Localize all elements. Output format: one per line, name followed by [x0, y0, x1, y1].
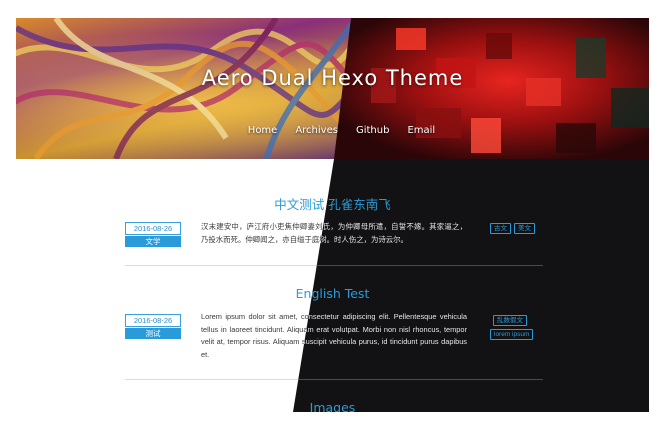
screenshot-frame: Aero Dual Hexo Theme Home Archives Githu… [16, 18, 649, 412]
post-meta: 2016-08-26 文学 [125, 222, 181, 247]
post-tags: 乱数假文 lorem ipsum [490, 315, 534, 340]
tag-link[interactable]: 乱数假文 [493, 315, 527, 326]
post-category[interactable]: 文学 [125, 236, 181, 247]
tag-link[interactable]: 古文 [490, 223, 511, 234]
post-meta: 2016-08-26 测试 [125, 314, 181, 339]
post-date: 2016-08-26 [125, 222, 181, 235]
tag-link[interactable]: 美文 [514, 223, 535, 234]
post-tags: 古文 美文 [490, 223, 535, 234]
post-category[interactable]: 测试 [125, 328, 181, 339]
tag-link[interactable]: lorem ipsum [490, 329, 534, 340]
post-date: 2016-08-26 [125, 314, 181, 327]
